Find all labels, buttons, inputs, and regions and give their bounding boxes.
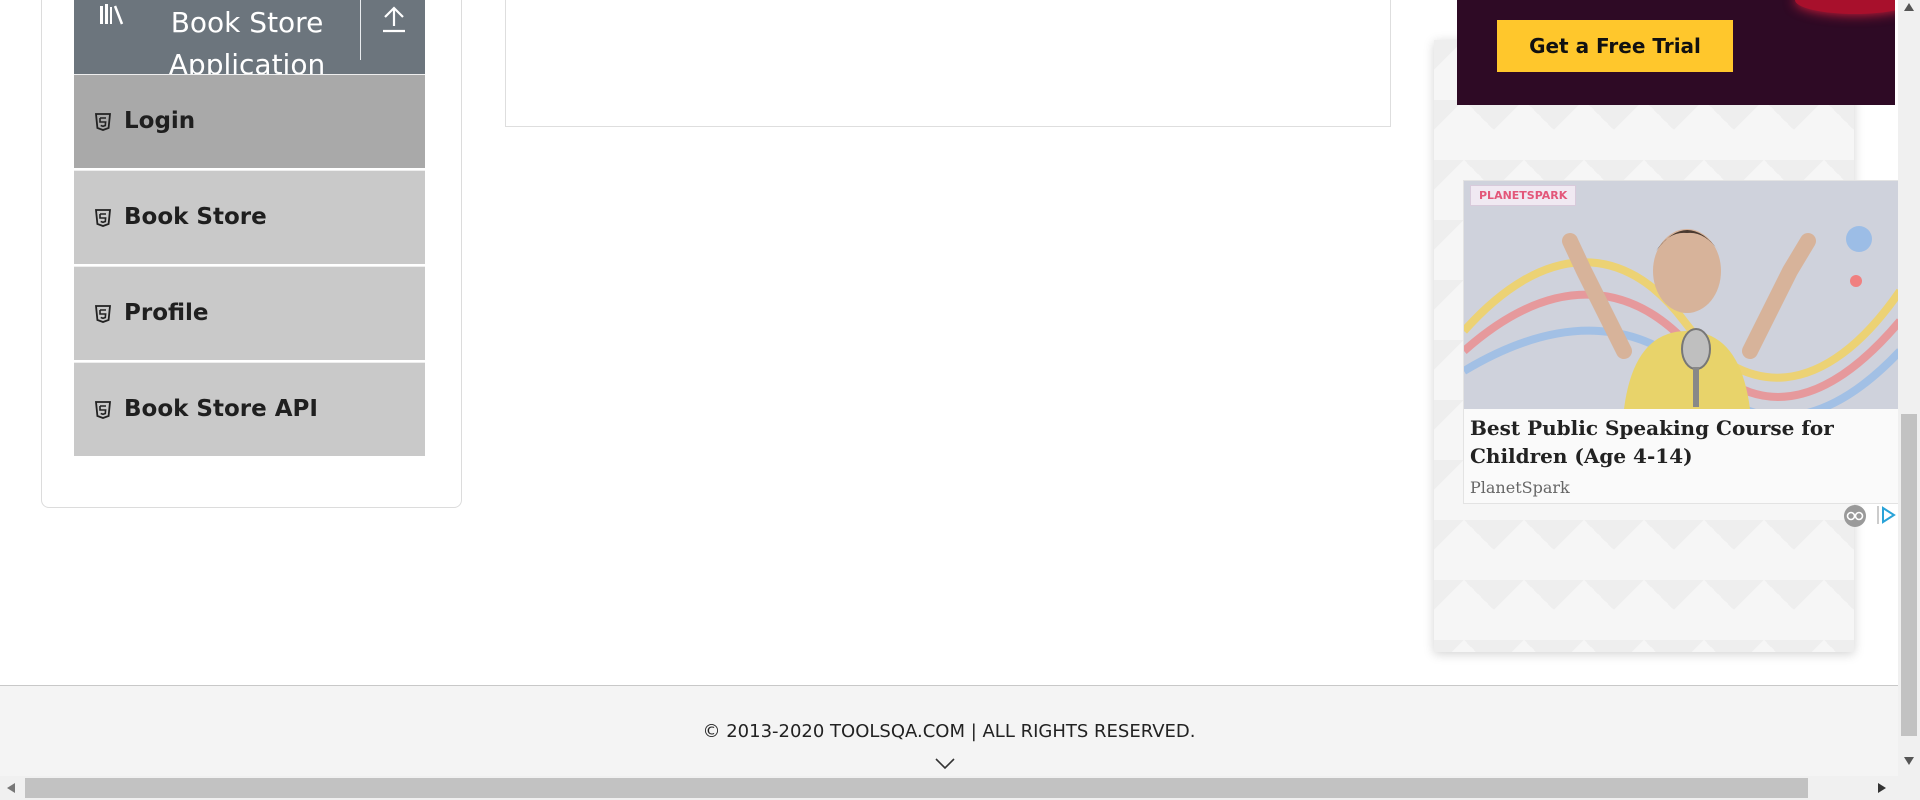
ad-source[interactable]: PlanetSpark: [1470, 478, 1570, 497]
ad-headline[interactable]: Best Public Speaking Course for Children…: [1470, 414, 1890, 470]
ad-image[interactable]: PLANETSPARK: [1464, 181, 1898, 409]
horizontal-scroll-thumb[interactable]: [25, 778, 1808, 798]
html5-icon: [95, 113, 111, 131]
group-header-book-store-application[interactable]: Book Store Application: [74, 0, 425, 81]
vertical-scrollbar[interactable]: [1898, 0, 1920, 776]
page-viewport: Book Store Application Login Book Store …: [0, 0, 1898, 776]
banner-graphic: [1795, 0, 1895, 14]
planetspark-logo: PLANETSPARK: [1470, 185, 1577, 206]
upload-arrow-icon[interactable]: [381, 4, 407, 34]
horizontal-scrollbar[interactable]: [0, 776, 1898, 800]
copyright-text: © 2013-2020 TOOLSQA.COM | ALL RIGHTS RES…: [702, 721, 1196, 742]
sidebar-item-login[interactable]: Login: [74, 74, 425, 168]
html5-icon: [95, 209, 111, 227]
header-divider: [360, 0, 361, 60]
sidebar-item-book-store[interactable]: Book Store: [74, 170, 425, 264]
page-footer: © 2013-2020 TOOLSQA.COM | ALL RIGHTS RES…: [0, 685, 1898, 776]
ad-info-icon[interactable]: [1843, 504, 1867, 528]
ad-illustration: [1464, 226, 1898, 409]
sidebar-item-label: Login: [124, 108, 196, 134]
html5-icon: [95, 305, 111, 323]
library-books-icon: [100, 4, 124, 25]
chevron-down-icon[interactable]: [935, 758, 955, 770]
sidebar-item-label: Profile: [124, 300, 209, 326]
scroll-right-arrow-icon[interactable]: [1877, 782, 1887, 794]
scroll-up-arrow-icon[interactable]: [1903, 2, 1915, 12]
sponsored-ad-card[interactable]: PLANETSPARK Best Public Speaking Course …: [1463, 180, 1898, 504]
scroll-down-arrow-icon[interactable]: [1903, 756, 1915, 766]
adchoices-icon[interactable]: [1876, 504, 1896, 526]
free-trial-button[interactable]: Get a Free Trial: [1497, 20, 1733, 72]
sidebar-item-label: Book Store API: [124, 396, 318, 422]
ad-banner[interactable]: Get a Free Trial: [1457, 0, 1895, 105]
sidebar-item-label: Book Store: [124, 204, 267, 230]
html5-icon: [95, 401, 111, 419]
sidebar-item-book-store-api[interactable]: Book Store API: [74, 362, 425, 456]
vertical-scroll-thumb[interactable]: [1901, 414, 1917, 736]
scroll-left-arrow-icon[interactable]: [6, 782, 16, 794]
sidebar-item-profile[interactable]: Profile: [74, 266, 425, 360]
main-content-box: [505, 0, 1391, 127]
scrollbar-corner: [1898, 776, 1920, 800]
